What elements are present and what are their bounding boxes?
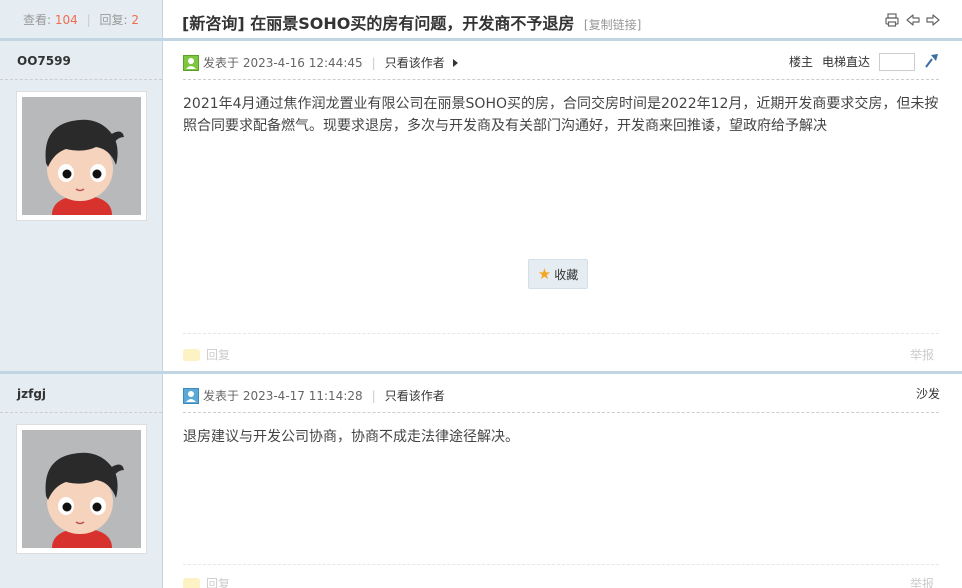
copy-link[interactable]: [复制链接] (584, 18, 641, 32)
goto-floor-label: 电梯直达 (821, 55, 870, 69)
post-1: OO7599 发表于 2023-4-16 12:44:45 | 只看该作者 楼主… (0, 41, 962, 371)
post-floor-tools: 沙发 (916, 385, 940, 402)
user-status-icon (183, 387, 199, 404)
post-footer-divider (183, 564, 939, 565)
author-divider (0, 412, 162, 413)
post-date: 发表于 2023-4-16 12:44:45 (203, 56, 363, 70)
triangle-right-icon[interactable] (452, 58, 458, 67)
avatar[interactable] (16, 424, 147, 554)
post-footer-divider (183, 333, 939, 334)
post-2-sidebar: jzfgj (0, 374, 163, 588)
reply-icon (183, 577, 200, 588)
post-1-sidebar: OO7599 (0, 41, 163, 371)
print-icon[interactable] (884, 12, 900, 28)
post-2: jzfgj 发表于 2023-4-17 11:14:28 | 只看该作者 沙发 … (0, 374, 962, 588)
report-link[interactable]: 举报 (910, 346, 934, 363)
replies-label: 回复: (99, 13, 128, 27)
stats-separator: | (86, 13, 91, 27)
online-status-icon (183, 54, 199, 71)
favorite-button[interactable]: ★ 收藏 (528, 259, 588, 289)
favorite-label: 收藏 (554, 267, 579, 282)
floor-label: 楼主 (788, 55, 813, 69)
author-divider (0, 79, 162, 80)
views-count: 104 (54, 13, 78, 27)
goto-floor-input[interactable] (879, 52, 915, 71)
meta-divider (183, 412, 939, 413)
reply-link[interactable]: 回复 (183, 575, 230, 588)
reply-label: 回复 (206, 348, 231, 362)
avatar-image (22, 430, 141, 548)
meta-separator: | (371, 388, 376, 403)
replies-count: 2 (131, 13, 139, 27)
meta-divider (183, 79, 939, 80)
views-label: 查看: (23, 13, 52, 27)
thread-stats: 查看: 104 | 回复: 2 (0, 0, 163, 38)
header-tools (884, 12, 940, 28)
thread-header: 查看: 104 | 回复: 2 [新咨询] 在丽景SOHO买的房有问题，开发商不… (0, 0, 962, 41)
post-floor-tools: 楼主 电梯直达 (789, 52, 940, 71)
post-date: 发表于 2023-4-17 11:14:28 (203, 389, 363, 403)
goto-floor-icon[interactable] (924, 52, 940, 71)
star-icon: ★ (537, 265, 552, 283)
post-author[interactable]: OO7599 (17, 54, 71, 68)
meta-separator: | (371, 55, 376, 70)
report-link[interactable]: 举报 (910, 575, 934, 588)
avatar[interactable] (16, 91, 147, 221)
post-body: 2021年4月通过焦作润龙置业有限公司在丽景SOHO买的房，合同交房时间是202… (183, 96, 939, 134)
floor-label: 沙发 (915, 387, 940, 401)
prev-thread-icon[interactable] (906, 12, 920, 28)
post-body: 退房建议与开发公司协商，协商不成走法律途径解决。 (183, 429, 519, 445)
only-author-link[interactable]: 只看该作者 (385, 387, 445, 404)
post-author[interactable]: jzfgj (17, 387, 46, 401)
reply-link[interactable]: 回复 (183, 346, 230, 363)
only-author-link[interactable]: 只看该作者 (385, 54, 445, 71)
post-meta: 发表于 2023-4-16 12:44:45 | 只看该作者 (183, 54, 458, 71)
reply-icon (183, 348, 200, 361)
avatar-image (22, 97, 141, 215)
thread-title-text: [新咨询] 在丽景SOHO买的房有问题，开发商不予退房 (182, 14, 575, 33)
reply-label: 回复 (206, 577, 231, 588)
thread-title: [新咨询] 在丽景SOHO买的房有问题，开发商不予退房 [复制链接] (182, 10, 641, 34)
next-thread-icon[interactable] (926, 12, 940, 28)
post-meta: 发表于 2023-4-17 11:14:28 | 只看该作者 (183, 387, 445, 404)
